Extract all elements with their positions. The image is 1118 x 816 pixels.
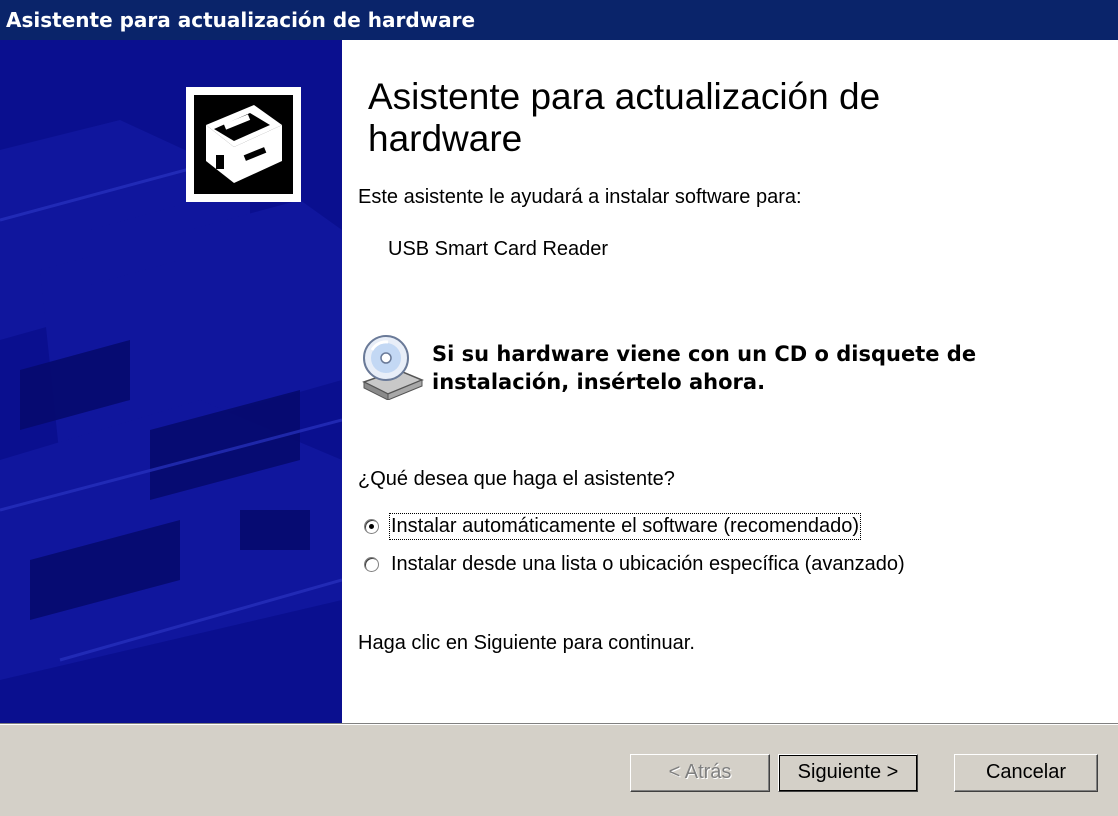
radio-auto-install[interactable] — [364, 518, 379, 534]
wizard-footer: < Atrás Siguiente > Cancelar — [0, 725, 1118, 816]
page-title: Asistente para actualización de hardware — [368, 76, 881, 159]
insert-cd-message: Si su hardware viene con un CD o disquet… — [432, 342, 977, 394]
option-advanced-install[interactable]: Instalar desde una lista o ubicación esp… — [364, 549, 905, 579]
wizard-content: Asistente para actualización de hardware… — [342, 40, 1118, 723]
window-title: Asistente para actualización de hardware — [0, 0, 1118, 40]
cancel-button[interactable]: Cancelar — [954, 754, 1098, 792]
question-text: ¿Qué desea que haga el asistente? — [358, 468, 675, 490]
device-name: USB Smart Card Reader — [388, 238, 609, 260]
hardware-box-icon — [186, 87, 301, 202]
option-auto-install[interactable]: Instalar automáticamente el software (re… — [364, 511, 862, 541]
wizard-banner — [0, 40, 342, 723]
next-button[interactable]: Siguiente > — [778, 754, 918, 792]
option-auto-install-label[interactable]: Instalar automáticamente el software (re… — [388, 512, 862, 540]
intro-text: Este asistente le ayudará a instalar sof… — [358, 186, 802, 208]
radio-advanced-install[interactable] — [364, 556, 379, 572]
continue-hint: Haga clic en Siguiente para continuar. — [358, 632, 695, 654]
cd-drive-icon — [358, 330, 428, 401]
option-advanced-install-label[interactable]: Instalar desde una lista o ubicación esp… — [391, 553, 905, 576]
back-button[interactable]: < Atrás — [630, 754, 770, 792]
